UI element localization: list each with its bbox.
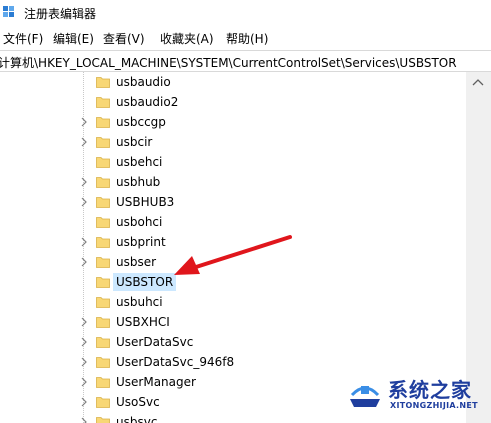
tree-item[interactable]: usbaudio2 — [0, 92, 466, 112]
menu-edit[interactable]: 编辑(E) — [53, 30, 94, 47]
tree-item[interactable]: usbccgp — [0, 112, 466, 132]
tree-item-label: UserManager — [116, 375, 196, 389]
chevron-right-icon[interactable] — [79, 116, 89, 128]
tree-item-label: usbprint — [116, 235, 166, 249]
folder-icon — [96, 317, 110, 328]
chevron-right-icon[interactable] — [79, 396, 89, 408]
folder-icon — [96, 417, 110, 423]
tree-item-label: usbccgp — [116, 115, 166, 129]
folder-icon — [96, 117, 110, 128]
tree-item-label: UserDataSvc — [116, 335, 194, 349]
tree-item-label: usbaudio — [116, 75, 171, 89]
address-path[interactable]: 计算机\HKEY_LOCAL_MACHINE\SYSTEM\CurrentCon… — [0, 54, 457, 71]
chevron-right-icon[interactable] — [79, 376, 89, 388]
regedit-app-icon — [3, 6, 14, 17]
tree-item-label: usbuhci — [116, 295, 163, 309]
folder-icon — [96, 77, 110, 88]
tree-item-label: usbohci — [116, 215, 163, 229]
watermark: 系统之家 XITONGZHIJIA.NET — [333, 372, 491, 423]
folder-icon — [96, 157, 110, 168]
watermark-name: 系统之家 — [388, 378, 472, 402]
tree-item-label: UserDataSvc_946f8 — [116, 355, 235, 369]
chevron-right-icon[interactable] — [79, 256, 89, 268]
menu-file[interactable]: 文件(F) — [3, 30, 43, 47]
chevron-right-icon[interactable] — [79, 416, 89, 423]
chevron-right-icon[interactable] — [79, 336, 89, 348]
menu-view[interactable]: 查看(V) — [103, 30, 145, 47]
folder-icon — [96, 197, 110, 208]
menu-favorites[interactable]: 收藏夹(A) — [160, 30, 214, 47]
window-title: 注册表编辑器 — [24, 7, 97, 21]
scroll-up-arrow-icon[interactable] — [472, 78, 484, 86]
chevron-right-icon[interactable] — [79, 176, 89, 188]
folder-icon — [96, 297, 110, 308]
folder-icon — [96, 357, 110, 368]
tree-item-label: usbser — [116, 255, 157, 269]
tree-item-label: UsoSvc — [116, 395, 160, 409]
folder-icon — [96, 397, 110, 408]
tree-item[interactable]: UserDataSvc — [0, 332, 466, 352]
folder-icon — [96, 277, 110, 288]
tree-item[interactable]: USBHUB3 — [0, 192, 466, 212]
menu-help[interactable]: 帮助(H) — [226, 30, 268, 47]
tree-item[interactable]: usbaudio — [0, 72, 466, 92]
tree-item-label: USBSTOR — [113, 273, 177, 291]
folder-icon — [96, 217, 110, 228]
tree-item-label: usbaudio2 — [116, 95, 179, 109]
title-bar: 注册表编辑器 — [0, 0, 491, 26]
tree-item[interactable]: usbhub — [0, 172, 466, 192]
menu-bar: 文件(F) 编辑(E) 查看(V) 收藏夹(A) 帮助(H) — [0, 26, 491, 50]
folder-icon — [96, 257, 110, 268]
folder-icon — [96, 237, 110, 248]
chevron-right-icon[interactable] — [79, 356, 89, 368]
tree-item-label: usbsvc — [116, 415, 158, 423]
red-annotation-arrow — [174, 235, 292, 275]
folder-icon — [96, 137, 110, 148]
tree-item-label: USBXHCI — [116, 315, 170, 329]
chevron-right-icon[interactable] — [79, 196, 89, 208]
vertical-scrollbar[interactable] — [466, 72, 491, 423]
folder-icon — [96, 377, 110, 388]
watermark-url: XITONGZHIJIA.NET — [390, 401, 478, 410]
tree-item-label: usbhub — [116, 175, 161, 189]
chevron-right-icon[interactable] — [79, 316, 89, 328]
tree-item[interactable]: USBXHCI — [0, 312, 466, 332]
tree-item[interactable]: usbuhci — [0, 292, 466, 312]
folder-icon — [96, 177, 110, 188]
folder-icon — [96, 97, 110, 108]
chevron-right-icon[interactable] — [79, 136, 89, 148]
tree-item[interactable]: usbcir — [0, 132, 466, 152]
tree-item[interactable]: usbehci — [0, 152, 466, 172]
tree-item[interactable]: usbohci — [0, 212, 466, 232]
address-bar[interactable]: 计算机\HKEY_LOCAL_MACHINE\SYSTEM\CurrentCon… — [0, 50, 491, 72]
watermark-logo-icon — [350, 386, 380, 407]
folder-icon — [96, 337, 110, 348]
chevron-right-icon[interactable] — [79, 236, 89, 248]
tree-item[interactable]: UserDataSvc_946f8 — [0, 352, 466, 372]
tree-item-label: usbehci — [116, 155, 163, 169]
tree-item-label: USBHUB3 — [116, 195, 175, 209]
tree-item-label: usbcir — [116, 135, 153, 149]
